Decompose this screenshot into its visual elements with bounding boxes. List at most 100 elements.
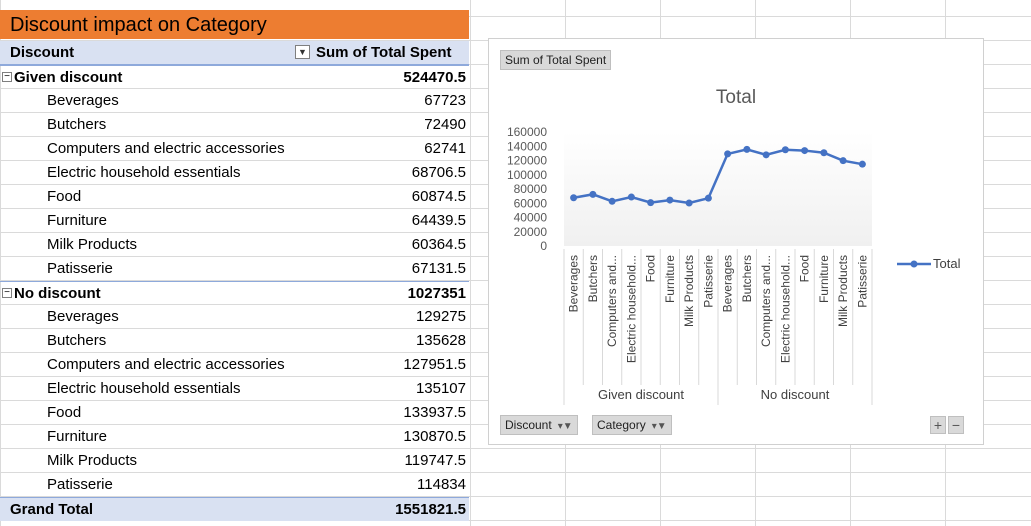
expand-button[interactable]: + bbox=[930, 416, 946, 434]
category-label[interactable]: Beverages bbox=[47, 305, 119, 329]
collapse-icon[interactable]: − bbox=[2, 288, 12, 298]
row-labels-header[interactable]: Discount bbox=[10, 41, 74, 65]
data-point bbox=[666, 196, 674, 204]
legend-label: Total bbox=[933, 256, 961, 271]
filter-dropdown-icon: ▾▼ bbox=[557, 421, 573, 432]
table-row: Computers and electric accessories 127951… bbox=[0, 353, 469, 377]
collapse-button[interactable]: − bbox=[948, 416, 964, 434]
category-label[interactable]: Food bbox=[47, 185, 81, 209]
category-tick-label: Computers and... bbox=[605, 255, 619, 347]
category-value[interactable]: 60364.5 bbox=[412, 233, 466, 257]
data-point bbox=[724, 150, 732, 158]
table-row: Electric household essentials 68706.5 bbox=[0, 161, 469, 185]
category-value[interactable]: 64439.5 bbox=[412, 209, 466, 233]
category-value[interactable]: 62741 bbox=[424, 137, 466, 161]
group-total[interactable]: 1027351 bbox=[408, 282, 466, 306]
group-row: − Given discount 524470.5 bbox=[0, 65, 469, 89]
category-axis-label: Category bbox=[597, 418, 646, 432]
group-total[interactable]: 524470.5 bbox=[403, 66, 466, 90]
table-row: Butchers 135628 bbox=[0, 329, 469, 353]
values-header[interactable]: Sum of Total Spent bbox=[316, 41, 452, 65]
category-label[interactable]: Beverages bbox=[47, 89, 119, 113]
category-label[interactable]: Computers and electric accessories bbox=[47, 137, 285, 161]
y-tick-label: 40000 bbox=[514, 211, 548, 225]
category-label[interactable]: Milk Products bbox=[47, 233, 137, 257]
data-point bbox=[820, 149, 828, 157]
category-label[interactable]: Electric household essentials bbox=[47, 377, 240, 401]
table-row: Patisserie 114834 bbox=[0, 473, 469, 497]
group-label[interactable]: No discount bbox=[14, 282, 101, 306]
category-tick-label: Patisserie bbox=[855, 255, 869, 308]
grand-total-label[interactable]: Grand Total bbox=[10, 498, 93, 522]
category-label[interactable]: Furniture bbox=[47, 425, 107, 449]
category-value[interactable]: 135628 bbox=[416, 329, 466, 353]
collapse-icon[interactable]: − bbox=[2, 72, 12, 82]
category-label[interactable]: Milk Products bbox=[47, 449, 137, 473]
category-value[interactable]: 60874.5 bbox=[412, 185, 466, 209]
category-value[interactable]: 127951.5 bbox=[403, 353, 466, 377]
group-tick-label: No discount bbox=[761, 387, 830, 402]
category-value[interactable]: 130870.5 bbox=[403, 425, 466, 449]
discount-axis-button[interactable]: Discount ▾▼ bbox=[500, 415, 578, 435]
group-tick-label: Given discount bbox=[598, 387, 684, 402]
table-row: Food 133937.5 bbox=[0, 401, 469, 425]
data-point bbox=[589, 190, 597, 198]
category-label[interactable]: Food bbox=[47, 401, 81, 425]
category-label[interactable]: Electric household essentials bbox=[47, 161, 240, 185]
data-point bbox=[570, 194, 578, 202]
data-point bbox=[801, 147, 809, 155]
category-tick-label: Milk Products bbox=[836, 255, 850, 327]
category-label[interactable]: Butchers bbox=[47, 113, 106, 137]
pivot-chart[interactable]: Sum of Total Spent Total 160000 140000 120… bbox=[488, 38, 984, 445]
category-axis-button[interactable]: Category ▾▼ bbox=[592, 415, 672, 435]
category-value[interactable]: 119747.5 bbox=[405, 449, 466, 473]
category-value[interactable]: 135107 bbox=[416, 377, 466, 401]
data-point bbox=[762, 151, 770, 159]
category-tick-label: Electric household... bbox=[624, 255, 638, 363]
chart-plot: 1600001400001200001000008000060000400002… bbox=[507, 125, 961, 405]
y-tick-label: 0 bbox=[540, 239, 547, 253]
category-value[interactable]: 72490 bbox=[424, 113, 466, 137]
group-row: − No discount 1027351 bbox=[0, 281, 469, 305]
table-row: Furniture 130870.5 bbox=[0, 425, 469, 449]
filter-icon[interactable]: ▼ bbox=[295, 45, 310, 59]
data-point bbox=[858, 160, 866, 168]
category-value[interactable]: 67131.5 bbox=[412, 257, 466, 281]
grand-total-value[interactable]: 1551821.5 bbox=[395, 498, 466, 522]
table-row: Butchers 72490 bbox=[0, 113, 469, 137]
table-row: Computers and electric accessories 62741 bbox=[0, 137, 469, 161]
table-row: Beverages 67723 bbox=[0, 89, 469, 113]
category-label[interactable]: Patisserie bbox=[47, 473, 113, 497]
category-tick-label: Milk Products bbox=[682, 255, 696, 327]
legend-marker bbox=[910, 260, 918, 268]
table-row: Food 60874.5 bbox=[0, 185, 469, 209]
table-row: Beverages 129275 bbox=[0, 305, 469, 329]
group-label[interactable]: Given discount bbox=[14, 66, 122, 90]
category-value[interactable]: 114834 bbox=[417, 473, 466, 497]
filter-dropdown-icon: ▾▼ bbox=[651, 421, 667, 432]
category-tick-label: Beverages bbox=[721, 255, 735, 312]
category-label[interactable]: Butchers bbox=[47, 329, 106, 353]
category-value[interactable]: 67723 bbox=[424, 89, 466, 113]
data-point bbox=[704, 194, 712, 202]
category-value[interactable]: 129275 bbox=[416, 305, 466, 329]
category-value[interactable]: 68706.5 bbox=[412, 161, 466, 185]
category-tick-label: Food bbox=[798, 255, 812, 282]
sheet-title[interactable]: Discount impact on Category bbox=[0, 10, 469, 39]
category-value[interactable]: 133937.5 bbox=[403, 401, 466, 425]
y-tick-label: 100000 bbox=[507, 168, 547, 182]
discount-axis-label: Discount bbox=[505, 418, 552, 432]
category-label[interactable]: Furniture bbox=[47, 209, 107, 233]
category-tick-label: Electric household... bbox=[778, 255, 792, 363]
data-point bbox=[685, 199, 693, 207]
grand-total-row: Grand Total 1551821.5 bbox=[0, 497, 469, 521]
category-tick-label: Computers and... bbox=[759, 255, 773, 347]
y-tick-label: 80000 bbox=[514, 182, 548, 196]
y-tick-label: 120000 bbox=[507, 154, 547, 168]
category-label[interactable]: Computers and electric accessories bbox=[47, 353, 285, 377]
category-label[interactable]: Patisserie bbox=[47, 257, 113, 281]
table-row: Electric household essentials 135107 bbox=[0, 377, 469, 401]
category-tick-label: Butchers bbox=[740, 255, 754, 302]
table-row: Milk Products 119747.5 bbox=[0, 449, 469, 473]
pivot-header-row: Discount ▼ Sum of Total Spent bbox=[0, 41, 469, 65]
